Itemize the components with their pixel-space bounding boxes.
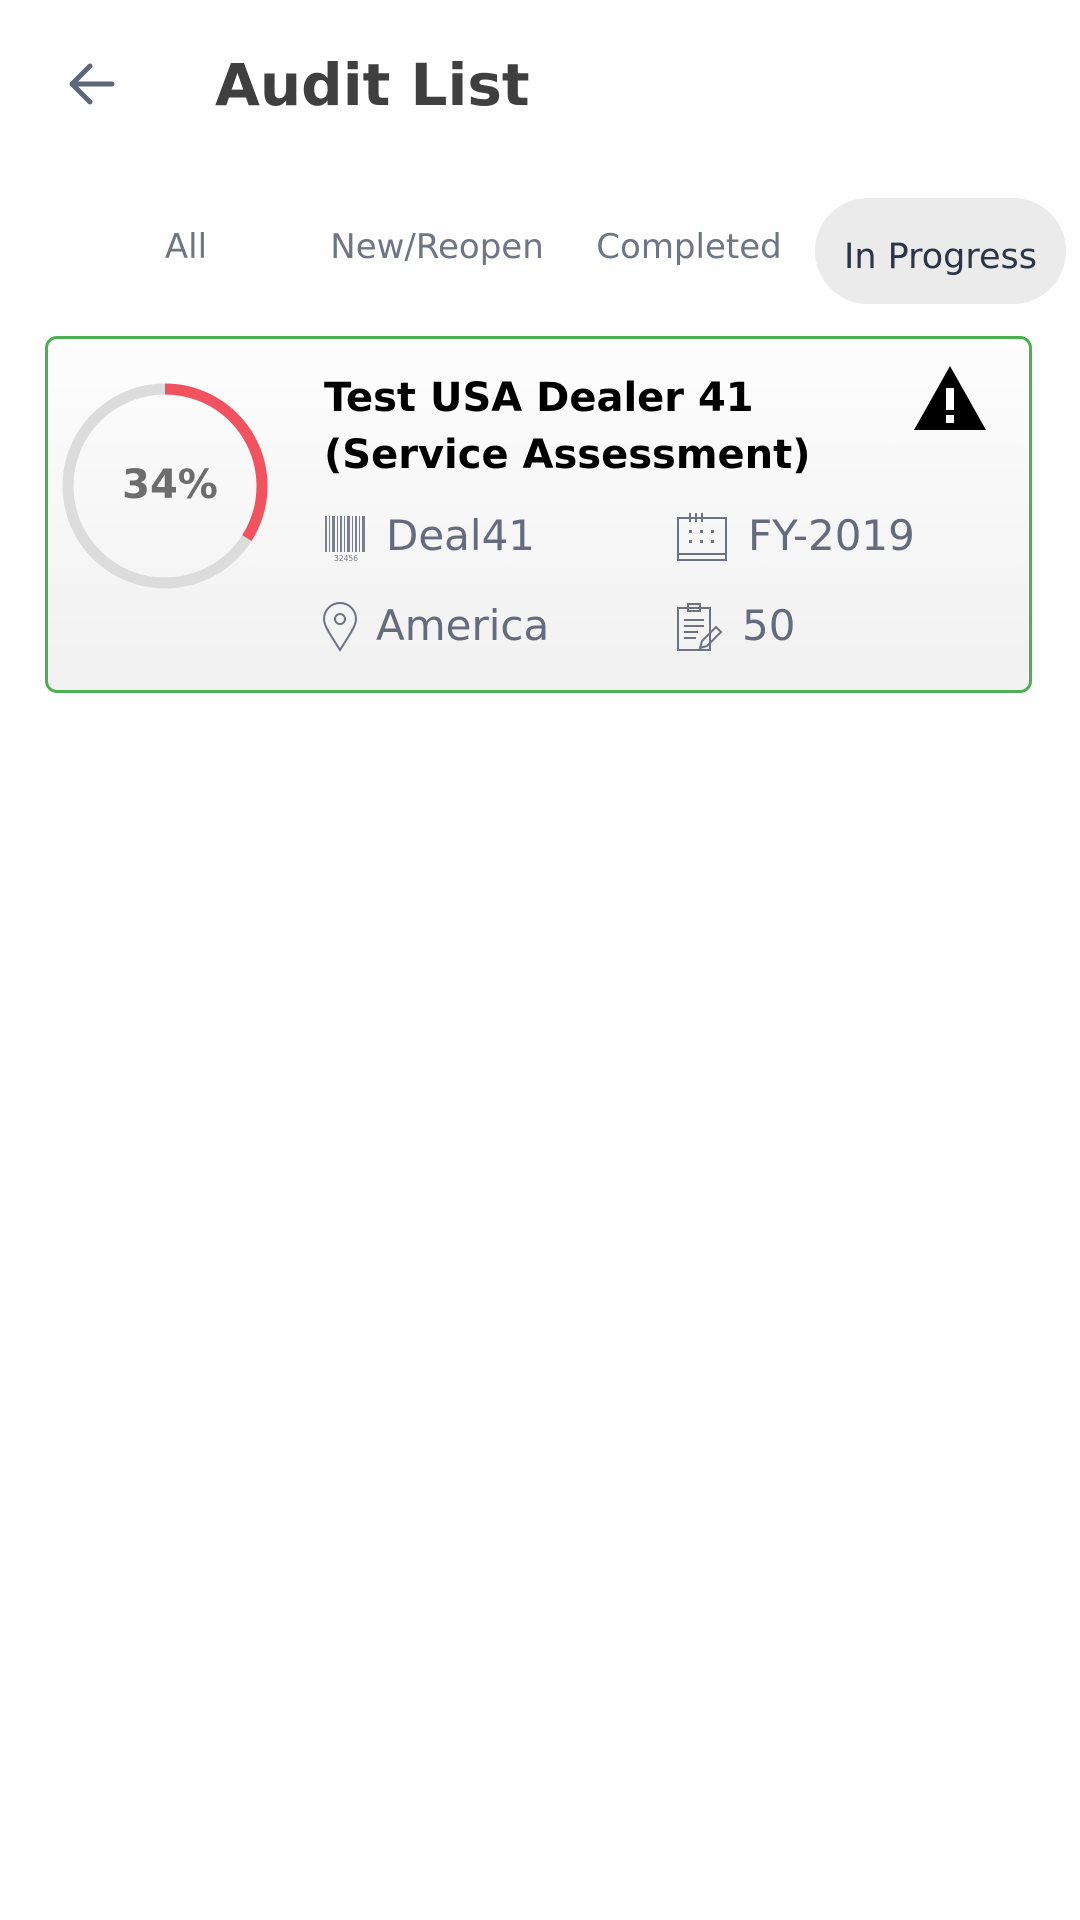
back-button[interactable] <box>62 56 122 112</box>
tab-new-reopen[interactable]: New/Reopen <box>330 222 543 272</box>
page-title: Audit List <box>215 51 530 119</box>
svg-text:32456: 32456 <box>334 554 358 562</box>
tab-completed[interactable]: Completed <box>596 222 781 272</box>
tab-label: In Progress <box>844 237 1037 277</box>
audit-title-line2: (Service Assessment) <box>324 432 811 478</box>
region: America <box>376 601 550 650</box>
clipboard-edit-icon <box>677 603 723 651</box>
dealer-code: Deal41 <box>386 511 536 560</box>
warning-triangle-icon[interactable] <box>912 364 988 432</box>
barcode-icon: 32456 <box>325 516 365 562</box>
question-count: 50 <box>742 601 796 650</box>
calendar-icon <box>677 513 727 561</box>
progress-label: 34% <box>122 462 218 508</box>
tab-all[interactable]: All <box>165 222 207 272</box>
audit-title-line1: Test USA Dealer 41 <box>324 375 754 421</box>
tab-in-progress[interactable]: In Progress <box>815 198 1066 304</box>
fiscal-year: FY-2019 <box>748 511 915 560</box>
arrow-left-icon <box>69 63 115 105</box>
location-pin-icon <box>322 602 358 652</box>
